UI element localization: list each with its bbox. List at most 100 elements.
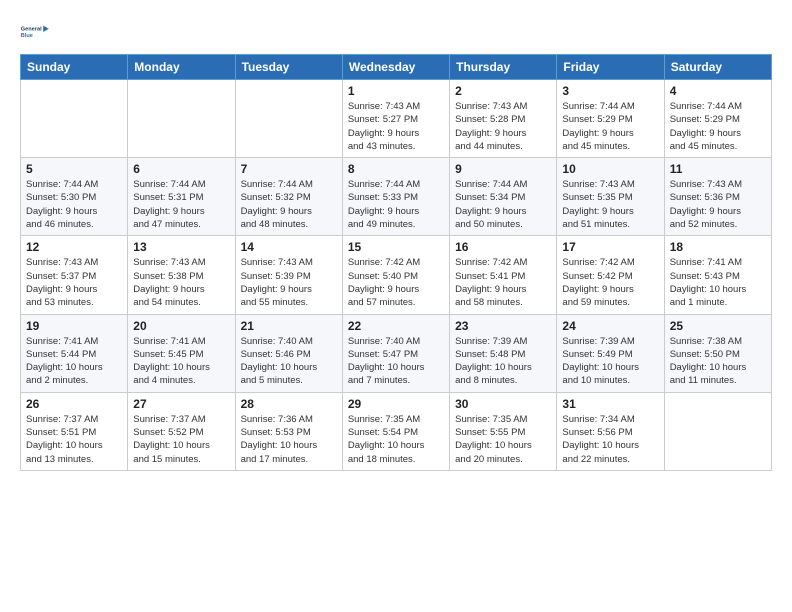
weekday-header-wednesday: Wednesday (342, 55, 449, 80)
week-row-4: 19 Sunrise: 7:41 AM Sunset: 5:44 PM Dayli… (21, 314, 772, 392)
day-cell: 15 Sunrise: 7:42 AM Sunset: 5:40 PM Dayli… (342, 236, 449, 314)
day-info: Sunrise: 7:43 AM Sunset: 5:35 PM Dayligh… (562, 178, 658, 231)
day-cell: 3 Sunrise: 7:44 AM Sunset: 5:29 PM Daylig… (557, 80, 664, 158)
day-cell: 20 Sunrise: 7:41 AM Sunset: 5:45 PM Dayli… (128, 314, 235, 392)
day-cell: 9 Sunrise: 7:44 AM Sunset: 5:34 PM Daylig… (450, 158, 557, 236)
day-info: Sunrise: 7:37 AM Sunset: 5:51 PM Dayligh… (26, 413, 122, 466)
weekday-header-row: SundayMondayTuesdayWednesdayThursdayFrid… (21, 55, 772, 80)
week-row-3: 12Sunrise: 7:43 AM Sunset: 5:37 PM Dayli… (21, 236, 772, 314)
day-cell (21, 80, 128, 158)
weekday-header-thursday: Thursday (450, 55, 557, 80)
day-cell: 22 Sunrise: 7:40 AM Sunset: 5:47 PM Dayli… (342, 314, 449, 392)
day-cell: 27 Sunrise: 7:37 AM Sunset: 5:52 PM Dayli… (128, 392, 235, 470)
day-info: Sunrise: 7:43 AM Sunset: 5:38 PM Dayligh… (133, 256, 229, 309)
day-cell: 7 Sunrise: 7:44 AM Sunset: 5:32 PM Daylig… (235, 158, 342, 236)
day-info: Sunrise: 7:44 AM Sunset: 5:29 PM Dayligh… (670, 100, 766, 153)
day-info: Sunrise: 7:44 AM Sunset: 5:34 PM Dayligh… (455, 178, 551, 231)
calendar: SundayMondayTuesdayWednesdayThursdayFrid… (20, 54, 772, 471)
day-info: Sunrise: 7:36 AM Sunset: 5:53 PM Dayligh… (241, 413, 337, 466)
day-number: 8 (348, 162, 444, 176)
day-info: Sunrise: 7:40 AM Sunset: 5:46 PM Dayligh… (241, 335, 337, 388)
day-info: Sunrise: 7:42 AM Sunset: 5:41 PM Dayligh… (455, 256, 551, 309)
day-cell: 31 Sunrise: 7:34 AM Sunset: 5:56 PM Dayli… (557, 392, 664, 470)
day-info: Sunrise: 7:43 AM Sunset: 5:37 PM Dayligh… (26, 256, 122, 309)
day-cell: 23Sunrise: 7:39 AM Sunset: 5:48 PM Dayli… (450, 314, 557, 392)
day-cell: 1Sunrise: 7:43 AM Sunset: 5:27 PM Daylig… (342, 80, 449, 158)
day-number: 3 (562, 84, 658, 98)
day-number: 18 (670, 240, 766, 254)
day-number: 17 (562, 240, 658, 254)
day-info: Sunrise: 7:43 AM Sunset: 5:36 PM Dayligh… (670, 178, 766, 231)
day-info: Sunrise: 7:37 AM Sunset: 5:52 PM Dayligh… (133, 413, 229, 466)
day-info: Sunrise: 7:34 AM Sunset: 5:56 PM Dayligh… (562, 413, 658, 466)
day-number: 15 (348, 240, 444, 254)
page: GeneralBlue SundayMondayTuesdayWednesday… (0, 0, 792, 487)
day-info: Sunrise: 7:41 AM Sunset: 5:44 PM Dayligh… (26, 335, 122, 388)
day-info: Sunrise: 7:43 AM Sunset: 5:28 PM Dayligh… (455, 100, 551, 153)
weekday-header-friday: Friday (557, 55, 664, 80)
day-number: 7 (241, 162, 337, 176)
day-cell: 14Sunrise: 7:43 AM Sunset: 5:39 PM Dayli… (235, 236, 342, 314)
day-cell: 30Sunrise: 7:35 AM Sunset: 5:55 PM Dayli… (450, 392, 557, 470)
day-number: 26 (26, 397, 122, 411)
day-cell: 19 Sunrise: 7:41 AM Sunset: 5:44 PM Dayli… (21, 314, 128, 392)
day-info: Sunrise: 7:35 AM Sunset: 5:55 PM Dayligh… (455, 413, 551, 466)
day-cell: 24 Sunrise: 7:39 AM Sunset: 5:49 PM Dayli… (557, 314, 664, 392)
day-number: 11 (670, 162, 766, 176)
logo-icon: GeneralBlue (20, 16, 52, 48)
day-info: Sunrise: 7:42 AM Sunset: 5:42 PM Dayligh… (562, 256, 658, 309)
day-number: 20 (133, 319, 229, 333)
day-number: 29 (348, 397, 444, 411)
day-number: 28 (241, 397, 337, 411)
day-info: Sunrise: 7:41 AM Sunset: 5:43 PM Dayligh… (670, 256, 766, 309)
day-number: 14 (241, 240, 337, 254)
day-number: 24 (562, 319, 658, 333)
day-cell: 5Sunrise: 7:44 AM Sunset: 5:30 PM Daylig… (21, 158, 128, 236)
day-cell: 13 Sunrise: 7:43 AM Sunset: 5:38 PM Dayli… (128, 236, 235, 314)
day-info: Sunrise: 7:44 AM Sunset: 5:29 PM Dayligh… (562, 100, 658, 153)
day-number: 5 (26, 162, 122, 176)
day-number: 27 (133, 397, 229, 411)
day-number: 9 (455, 162, 551, 176)
day-cell: 29 Sunrise: 7:35 AM Sunset: 5:54 PM Dayli… (342, 392, 449, 470)
day-number: 25 (670, 319, 766, 333)
day-cell: 6Sunrise: 7:44 AM Sunset: 5:31 PM Daylig… (128, 158, 235, 236)
day-number: 22 (348, 319, 444, 333)
day-cell: 16 Sunrise: 7:42 AM Sunset: 5:41 PM Dayli… (450, 236, 557, 314)
day-info: Sunrise: 7:44 AM Sunset: 5:33 PM Dayligh… (348, 178, 444, 231)
weekday-header-monday: Monday (128, 55, 235, 80)
week-row-2: 5Sunrise: 7:44 AM Sunset: 5:30 PM Daylig… (21, 158, 772, 236)
day-number: 1 (348, 84, 444, 98)
day-cell (235, 80, 342, 158)
day-info: Sunrise: 7:42 AM Sunset: 5:40 PM Dayligh… (348, 256, 444, 309)
header: GeneralBlue (20, 16, 772, 48)
day-cell: 8 Sunrise: 7:44 AM Sunset: 5:33 PM Daylig… (342, 158, 449, 236)
day-number: 13 (133, 240, 229, 254)
day-number: 23 (455, 319, 551, 333)
day-info: Sunrise: 7:40 AM Sunset: 5:47 PM Dayligh… (348, 335, 444, 388)
day-cell: 12Sunrise: 7:43 AM Sunset: 5:37 PM Dayli… (21, 236, 128, 314)
day-info: Sunrise: 7:41 AM Sunset: 5:45 PM Dayligh… (133, 335, 229, 388)
day-number: 21 (241, 319, 337, 333)
day-cell: 17 Sunrise: 7:42 AM Sunset: 5:42 PM Dayli… (557, 236, 664, 314)
day-cell: 26 Sunrise: 7:37 AM Sunset: 5:51 PM Dayli… (21, 392, 128, 470)
day-info: Sunrise: 7:44 AM Sunset: 5:32 PM Dayligh… (241, 178, 337, 231)
day-number: 10 (562, 162, 658, 176)
day-cell: 28 Sunrise: 7:36 AM Sunset: 5:53 PM Dayli… (235, 392, 342, 470)
week-row-1: 1Sunrise: 7:43 AM Sunset: 5:27 PM Daylig… (21, 80, 772, 158)
week-row-5: 26 Sunrise: 7:37 AM Sunset: 5:51 PM Dayli… (21, 392, 772, 470)
svg-text:General: General (21, 26, 42, 32)
weekday-header-sunday: Sunday (21, 55, 128, 80)
day-cell: 21 Sunrise: 7:40 AM Sunset: 5:46 PM Dayli… (235, 314, 342, 392)
day-cell: 18 Sunrise: 7:41 AM Sunset: 5:43 PM Dayli… (664, 236, 771, 314)
day-number: 2 (455, 84, 551, 98)
day-info: Sunrise: 7:39 AM Sunset: 5:49 PM Dayligh… (562, 335, 658, 388)
day-info: Sunrise: 7:35 AM Sunset: 5:54 PM Dayligh… (348, 413, 444, 466)
day-cell: 11 Sunrise: 7:43 AM Sunset: 5:36 PM Dayli… (664, 158, 771, 236)
day-number: 31 (562, 397, 658, 411)
day-number: 19 (26, 319, 122, 333)
day-info: Sunrise: 7:44 AM Sunset: 5:31 PM Dayligh… (133, 178, 229, 231)
svg-text:Blue: Blue (21, 33, 33, 39)
day-cell: 2 Sunrise: 7:43 AM Sunset: 5:28 PM Daylig… (450, 80, 557, 158)
day-number: 16 (455, 240, 551, 254)
